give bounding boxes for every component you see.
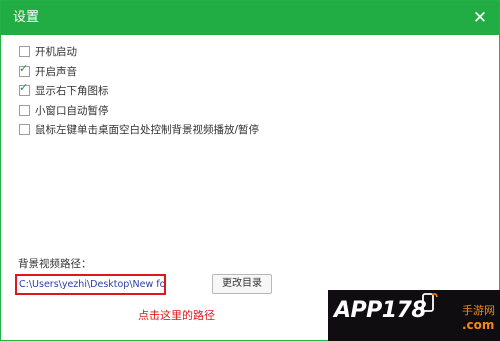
small-window-pause-checkbox[interactable] (19, 104, 30, 116)
annotation-text: 点击这里的路径 (138, 309, 215, 322)
option-sound[interactable]: ✓ 开启声音 (19, 62, 259, 82)
tray-icon-checkbox[interactable]: ✓ (19, 81, 30, 97)
desktop-click-control-checkbox[interactable] (19, 124, 30, 136)
watermark-logo: APP178 手游网 .com (328, 290, 500, 341)
autostart-checkbox[interactable] (19, 46, 30, 58)
watermark-domain-text: .com (462, 318, 495, 332)
tray-icon-label: 显示右下角图标 (35, 85, 109, 98)
video-path-field[interactable]: C:\Users\yezhi\Desktop\New folder (15, 274, 166, 295)
option-small-window-pause[interactable]: 小窗口自动暂停 (19, 101, 259, 121)
video-path-label: 背景视频路径： (18, 258, 92, 270)
small-window-pause-label: 小窗口自动暂停 (35, 104, 109, 117)
option-autostart[interactable]: 开机启动 (19, 42, 259, 62)
sound-label: 开启声音 (35, 65, 77, 78)
change-directory-button[interactable]: 更改目录 (212, 274, 272, 294)
watermark-main-text: APP178 (334, 298, 427, 323)
option-desktop-click-control[interactable]: 鼠标左键单击桌面空白处控制背景视频播放/暂停 (19, 120, 259, 140)
window-title: 设置 (13, 10, 40, 25)
sound-checkbox[interactable]: ✓ (19, 62, 30, 77)
checkmark-icon: ✓ (19, 61, 29, 75)
title-bar: 设置 ✕ (1, 1, 499, 35)
close-icon[interactable]: ✕ (469, 7, 491, 29)
autostart-label: 开机启动 (35, 46, 77, 59)
checkmark-icon: ✓ (19, 81, 29, 95)
watermark-side-text: 手游网 (462, 304, 495, 317)
desktop-click-control-label: 鼠标左键单击桌面空白处控制背景视频播放/暂停 (35, 124, 260, 137)
option-tray-icon[interactable]: ✓ 显示右下角图标 (19, 81, 259, 101)
options-list: 开机启动 ✓ 开启声音 ✓ 显示右下角图标 小窗口自动暂停 鼠标左键单击桌面空白… (19, 42, 259, 140)
